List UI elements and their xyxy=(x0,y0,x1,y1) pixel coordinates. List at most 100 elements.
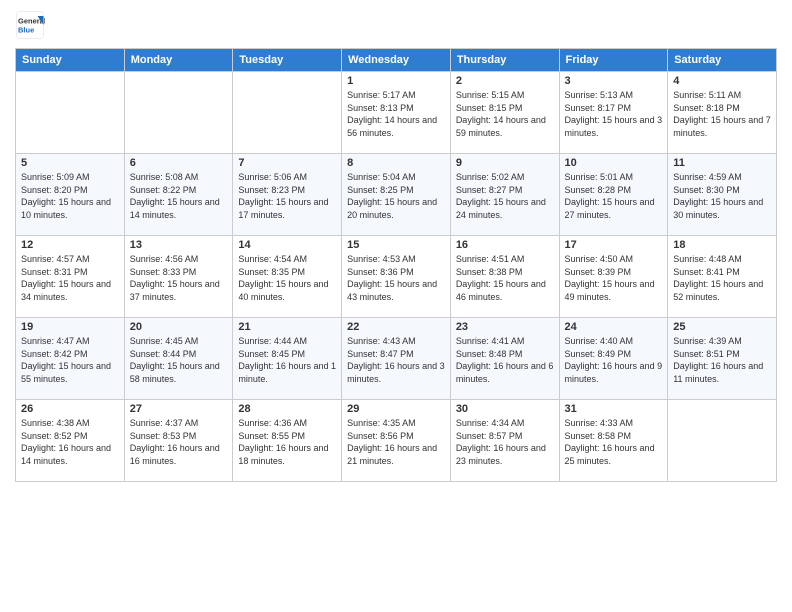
day-info: Sunrise: 4:54 AM Sunset: 8:35 PM Dayligh… xyxy=(238,253,336,303)
calendar-cell xyxy=(668,400,777,482)
page: General Blue Sunday Monday Tuesday Wedne… xyxy=(0,0,792,612)
calendar-cell: 8 Sunrise: 5:04 AM Sunset: 8:25 PM Daylig… xyxy=(342,154,451,236)
day-info: Sunrise: 5:02 AM Sunset: 8:27 PM Dayligh… xyxy=(456,171,554,221)
day-info: Sunrise: 4:47 AM Sunset: 8:42 PM Dayligh… xyxy=(21,335,119,385)
calendar-cell: 5 Sunrise: 5:09 AM Sunset: 8:20 PM Daylig… xyxy=(16,154,125,236)
col-tuesday: Tuesday xyxy=(233,49,342,72)
day-info: Sunrise: 4:35 AM Sunset: 8:56 PM Dayligh… xyxy=(347,417,445,467)
day-info: Sunrise: 4:44 AM Sunset: 8:45 PM Dayligh… xyxy=(238,335,336,385)
logo: General Blue xyxy=(15,10,45,40)
day-number: 3 xyxy=(565,75,663,87)
calendar-cell: 27 Sunrise: 4:37 AM Sunset: 8:53 PM Dayli… xyxy=(124,400,233,482)
day-info: Sunrise: 4:41 AM Sunset: 8:48 PM Dayligh… xyxy=(456,335,554,385)
day-number: 27 xyxy=(130,403,228,415)
day-number: 15 xyxy=(347,239,445,251)
calendar-cell: 25 Sunrise: 4:39 AM Sunset: 8:51 PM Dayli… xyxy=(668,318,777,400)
week-row: 26 Sunrise: 4:38 AM Sunset: 8:52 PM Dayli… xyxy=(16,400,777,482)
calendar-cell: 9 Sunrise: 5:02 AM Sunset: 8:27 PM Daylig… xyxy=(450,154,559,236)
calendar-cell: 30Sunrise: 4:34 AM Sunset: 8:57 PM Dayli… xyxy=(450,400,559,482)
day-info: Sunrise: 4:59 AM Sunset: 8:30 PM Dayligh… xyxy=(673,171,771,221)
day-number: 5 xyxy=(21,157,119,169)
week-row: 1Sunrise: 5:17 AM Sunset: 8:13 PM Daylig… xyxy=(16,72,777,154)
svg-text:Blue: Blue xyxy=(18,26,34,35)
col-saturday: Saturday xyxy=(668,49,777,72)
day-info: Sunrise: 5:04 AM Sunset: 8:25 PM Dayligh… xyxy=(347,171,445,221)
day-number: 28 xyxy=(238,403,336,415)
calendar-cell: 1Sunrise: 5:17 AM Sunset: 8:13 PM Daylig… xyxy=(342,72,451,154)
day-info: Sunrise: 4:36 AM Sunset: 8:55 PM Dayligh… xyxy=(238,417,336,467)
calendar-cell: 11 Sunrise: 4:59 AM Sunset: 8:30 PM Dayli… xyxy=(668,154,777,236)
day-info: Sunrise: 4:40 AM Sunset: 8:49 PM Dayligh… xyxy=(565,335,663,385)
day-info: Sunrise: 4:53 AM Sunset: 8:36 PM Dayligh… xyxy=(347,253,445,303)
calendar-table: Sunday Monday Tuesday Wednesday Thursday… xyxy=(15,48,777,482)
day-number: 20 xyxy=(130,321,228,333)
calendar-cell: 13 Sunrise: 4:56 AM Sunset: 8:33 PM Dayli… xyxy=(124,236,233,318)
calendar-cell: 6 Sunrise: 5:08 AM Sunset: 8:22 PM Daylig… xyxy=(124,154,233,236)
day-number: 19 xyxy=(21,321,119,333)
calendar-cell: 26 Sunrise: 4:38 AM Sunset: 8:52 PM Dayli… xyxy=(16,400,125,482)
week-row: 12Sunrise: 4:57 AM Sunset: 8:31 PM Dayli… xyxy=(16,236,777,318)
day-info: Sunrise: 4:38 AM Sunset: 8:52 PM Dayligh… xyxy=(21,417,119,467)
day-number: 7 xyxy=(238,157,336,169)
header: General Blue xyxy=(15,10,777,40)
day-info: Sunrise: 5:01 AM Sunset: 8:28 PM Dayligh… xyxy=(565,171,663,221)
calendar-cell: 10Sunrise: 5:01 AM Sunset: 8:28 PM Dayli… xyxy=(559,154,668,236)
col-friday: Friday xyxy=(559,49,668,72)
calendar-cell: 19 Sunrise: 4:47 AM Sunset: 8:42 PM Dayli… xyxy=(16,318,125,400)
col-thursday: Thursday xyxy=(450,49,559,72)
day-info: Sunrise: 5:11 AM Sunset: 8:18 PM Dayligh… xyxy=(673,89,771,139)
day-number: 21 xyxy=(238,321,336,333)
day-number: 13 xyxy=(130,239,228,251)
day-number: 17 xyxy=(565,239,663,251)
day-info: Sunrise: 4:56 AM Sunset: 8:33 PM Dayligh… xyxy=(130,253,228,303)
day-number: 1 xyxy=(347,75,445,87)
day-number: 16 xyxy=(456,239,554,251)
day-number: 23 xyxy=(456,321,554,333)
col-wednesday: Wednesday xyxy=(342,49,451,72)
calendar-cell: 16 Sunrise: 4:51 AM Sunset: 8:38 PM Dayli… xyxy=(450,236,559,318)
calendar-cell: 28 Sunrise: 4:36 AM Sunset: 8:55 PM Dayli… xyxy=(233,400,342,482)
day-info: Sunrise: 4:34 AM Sunset: 8:57 PM Dayligh… xyxy=(456,417,554,467)
day-number: 18 xyxy=(673,239,771,251)
day-info: Sunrise: 4:51 AM Sunset: 8:38 PM Dayligh… xyxy=(456,253,554,303)
day-number: 12 xyxy=(21,239,119,251)
day-info: Sunrise: 4:50 AM Sunset: 8:39 PM Dayligh… xyxy=(565,253,663,303)
calendar-cell xyxy=(16,72,125,154)
day-info: Sunrise: 4:43 AM Sunset: 8:47 PM Dayligh… xyxy=(347,335,445,385)
day-info: Sunrise: 4:39 AM Sunset: 8:51 PM Dayligh… xyxy=(673,335,771,385)
calendar-cell: 4Sunrise: 5:11 AM Sunset: 8:18 PM Daylig… xyxy=(668,72,777,154)
week-row: 5 Sunrise: 5:09 AM Sunset: 8:20 PM Daylig… xyxy=(16,154,777,236)
calendar-cell: 31Sunrise: 4:33 AM Sunset: 8:58 PM Dayli… xyxy=(559,400,668,482)
calendar-cell: 24Sunrise: 4:40 AM Sunset: 8:49 PM Dayli… xyxy=(559,318,668,400)
day-info: Sunrise: 4:37 AM Sunset: 8:53 PM Dayligh… xyxy=(130,417,228,467)
col-monday: Monday xyxy=(124,49,233,72)
logo-icon: General Blue xyxy=(15,10,45,40)
day-number: 8 xyxy=(347,157,445,169)
calendar-cell: 29Sunrise: 4:35 AM Sunset: 8:56 PM Dayli… xyxy=(342,400,451,482)
day-info: Sunrise: 5:06 AM Sunset: 8:23 PM Dayligh… xyxy=(238,171,336,221)
calendar-cell: 14Sunrise: 4:54 AM Sunset: 8:35 PM Dayli… xyxy=(233,236,342,318)
day-number: 25 xyxy=(673,321,771,333)
day-number: 2 xyxy=(456,75,554,87)
day-number: 6 xyxy=(130,157,228,169)
week-row: 19 Sunrise: 4:47 AM Sunset: 8:42 PM Dayli… xyxy=(16,318,777,400)
calendar-cell: 2 Sunrise: 5:15 AM Sunset: 8:15 PM Daylig… xyxy=(450,72,559,154)
day-info: Sunrise: 5:15 AM Sunset: 8:15 PM Dayligh… xyxy=(456,89,554,139)
day-info: Sunrise: 4:48 AM Sunset: 8:41 PM Dayligh… xyxy=(673,253,771,303)
calendar-cell: 21 Sunrise: 4:44 AM Sunset: 8:45 PM Dayli… xyxy=(233,318,342,400)
day-info: Sunrise: 4:45 AM Sunset: 8:44 PM Dayligh… xyxy=(130,335,228,385)
col-sunday: Sunday xyxy=(16,49,125,72)
day-number: 9 xyxy=(456,157,554,169)
day-info: Sunrise: 5:13 AM Sunset: 8:17 PM Dayligh… xyxy=(565,89,663,139)
day-number: 26 xyxy=(21,403,119,415)
day-number: 31 xyxy=(565,403,663,415)
day-info: Sunrise: 5:09 AM Sunset: 8:20 PM Dayligh… xyxy=(21,171,119,221)
calendar-cell: 7 Sunrise: 5:06 AM Sunset: 8:23 PM Daylig… xyxy=(233,154,342,236)
calendar-cell: 20 Sunrise: 4:45 AM Sunset: 8:44 PM Dayli… xyxy=(124,318,233,400)
calendar-cell: 17 Sunrise: 4:50 AM Sunset: 8:39 PM Dayli… xyxy=(559,236,668,318)
calendar-cell: 12Sunrise: 4:57 AM Sunset: 8:31 PM Dayli… xyxy=(16,236,125,318)
calendar-cell xyxy=(233,72,342,154)
day-info: Sunrise: 5:08 AM Sunset: 8:22 PM Dayligh… xyxy=(130,171,228,221)
day-number: 22 xyxy=(347,321,445,333)
day-number: 11 xyxy=(673,157,771,169)
